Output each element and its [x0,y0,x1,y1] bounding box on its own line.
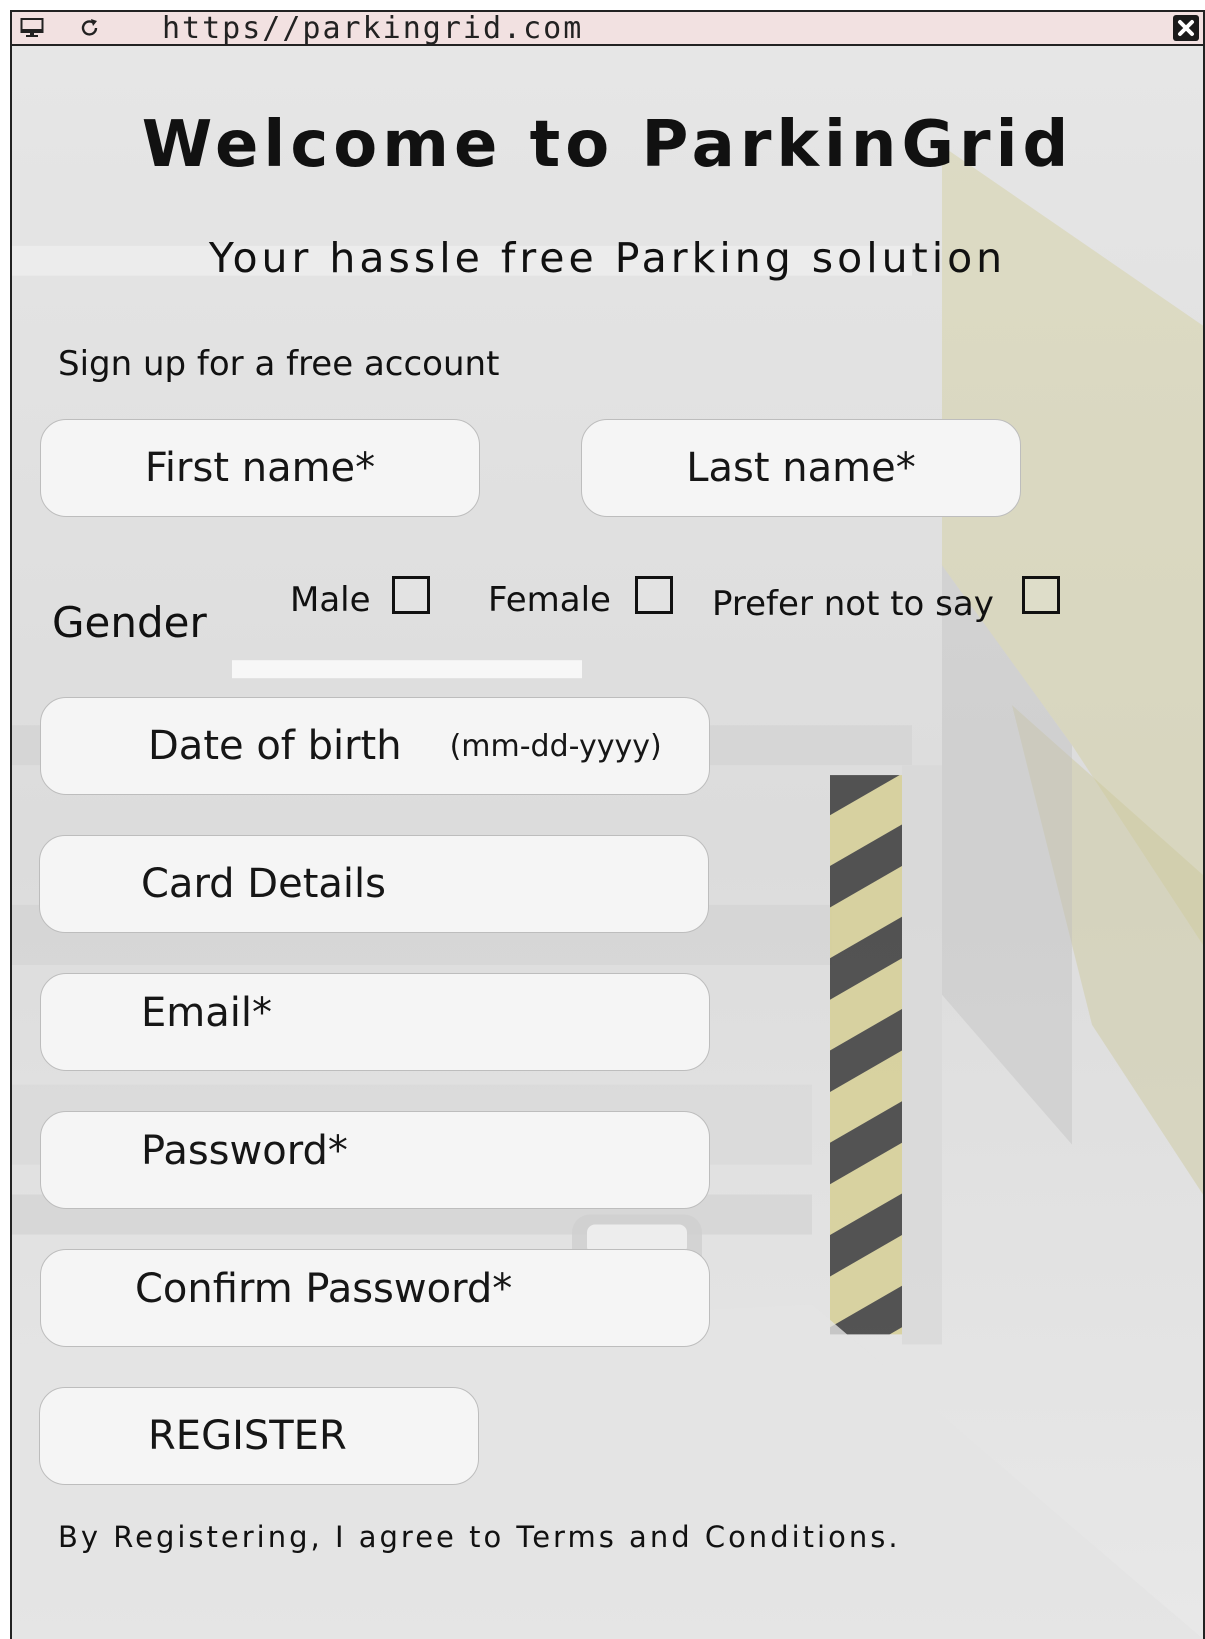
email-placeholder: Email* [141,990,272,1036]
terms-text: By Registering, I agree to Terms and Con… [58,1520,901,1554]
gender-female-checkbox[interactable] [635,576,673,614]
last-name-input[interactable]: Last name* [581,419,1021,517]
gender-label: Gender [52,598,207,647]
email-input[interactable]: Email* [40,973,710,1071]
reload-icon[interactable] [78,16,102,40]
confirm-password-placeholder: Confirm Password* [135,1266,513,1312]
first-name-input[interactable]: First name* [40,419,480,517]
gender-option-prefer-not-label: Prefer not to say [712,584,994,624]
register-button-label: REGISTER [148,1413,347,1459]
card-details-placeholder: Card Details [141,861,386,907]
date-of-birth-input[interactable]: Date of birth (mm-dd-yyyy) [40,697,710,795]
page-subtitle: Your hassle free Parking solution [208,234,1007,282]
monitor-icon[interactable] [20,16,44,40]
card-details-input[interactable]: Card Details [39,835,709,933]
password-input[interactable]: Password* [40,1111,710,1209]
password-placeholder: Password* [141,1128,348,1174]
gender-option-male-label: Male [290,580,371,620]
confirm-password-input[interactable]: Confirm Password* [40,1249,710,1347]
gender-option-female-label: Female [488,580,611,620]
signup-heading: Sign up for a free account [58,344,500,384]
last-name-placeholder: Last name* [686,445,916,491]
gender-male-checkbox[interactable] [392,576,430,614]
close-icon [1178,20,1194,36]
dob-format-hint: (mm-dd-yyyy) [449,728,662,764]
dob-placeholder: Date of birth [148,723,402,769]
gender-prefer-not-checkbox[interactable] [1022,576,1060,614]
first-name-placeholder: First name* [144,445,376,491]
browser-window: https//parkingrid.com Welcome to ParkinG… [10,10,1205,1639]
register-button[interactable]: REGISTER [39,1387,479,1485]
address-bar-url[interactable]: https//parkingrid.com [162,12,583,46]
close-button[interactable] [1173,15,1199,41]
page-title: Welcome to ParkinGrid [141,108,1074,182]
browser-titlebar: https//parkingrid.com [12,12,1203,46]
page-content: Welcome to ParkinGrid Your hassle free P… [12,46,1203,1639]
